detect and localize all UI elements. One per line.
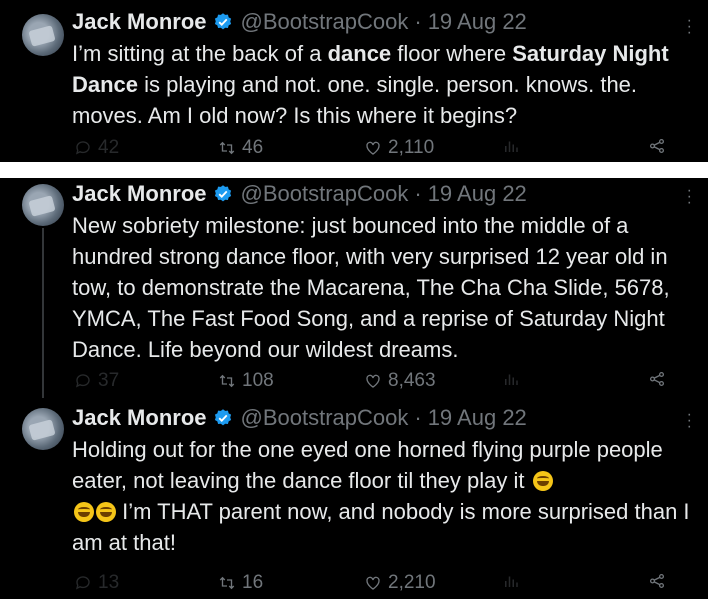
share-button[interactable]: [648, 137, 666, 155]
share-icon: [649, 371, 665, 387]
like-count: 2,210: [388, 572, 436, 593]
like-icon: [366, 374, 380, 388]
author-handle[interactable]: @BootstrapCook: [241, 405, 409, 431]
verified-badge-icon: [214, 409, 231, 426]
separator-dot: ·: [414, 181, 422, 206]
author-name[interactable]: Jack Monroe: [72, 405, 207, 431]
retweet-count: 16: [242, 572, 264, 593]
reply-icon: [75, 374, 90, 388]
views-button[interactable]: [502, 370, 520, 388]
screenshot-panel-bottom: Jack Monroe @BootstrapCook · 19 Aug 22 ·…: [0, 178, 708, 599]
author-name[interactable]: Jack Monroe: [72, 181, 207, 207]
tweet-text-part: I’m sitting at the back of a: [72, 41, 328, 66]
tweet-date[interactable]: 19 Aug 22: [428, 9, 527, 35]
reply-count: 37: [98, 370, 120, 391]
views-icon: [505, 576, 518, 587]
author-name[interactable]: Jack Monroe: [72, 9, 207, 35]
like-button[interactable]: 2,110: [364, 137, 434, 159]
tweet-text-part: is playing and not. one. single. person.…: [72, 72, 638, 128]
avatar[interactable]: [22, 408, 64, 450]
author-handle[interactable]: @BootstrapCook: [241, 181, 409, 207]
share-button[interactable]: [648, 572, 666, 590]
share-icon: [649, 138, 665, 154]
tweet-header: Jack Monroe @BootstrapCook · 19 Aug 22: [72, 8, 668, 36]
tweet-actions: 42 46 2,110: [72, 137, 672, 161]
retweet-button[interactable]: 16: [218, 572, 263, 594]
more-icon[interactable]: · · ·: [687, 183, 692, 211]
reply-count: 13: [98, 572, 120, 593]
retweet-count: 108: [242, 370, 274, 391]
tweet-actions: 13 16 2,210: [72, 572, 672, 596]
views-button[interactable]: [502, 137, 520, 155]
separator-dot: ·: [414, 9, 422, 34]
avatar[interactable]: [22, 14, 64, 56]
like-count: 8,463: [388, 370, 436, 391]
retweet-icon: [219, 576, 235, 590]
reply-count: 42: [98, 137, 120, 158]
panel-divider: [0, 162, 708, 178]
separator-dot: ·: [414, 405, 422, 430]
retweet-button[interactable]: 46: [218, 137, 263, 159]
tweet-3[interactable]: Jack Monroe @BootstrapCook · 19 Aug 22 ·…: [0, 400, 708, 599]
share-button[interactable]: [648, 370, 666, 388]
laughing-emoji-icon: [74, 502, 94, 522]
tweet-date[interactable]: 19 Aug 22: [428, 405, 527, 431]
retweet-icon: [219, 141, 235, 155]
retweet-count: 46: [242, 137, 264, 158]
views-button[interactable]: [502, 572, 520, 590]
tweet-date[interactable]: 19 Aug 22: [428, 181, 527, 207]
tweet-2[interactable]: Jack Monroe @BootstrapCook · 19 Aug 22 ·…: [0, 178, 708, 398]
avatar[interactable]: [22, 184, 64, 226]
reply-button[interactable]: 13: [74, 572, 119, 594]
more-icon[interactable]: · · ·: [687, 13, 692, 41]
like-button[interactable]: 2,210: [364, 572, 436, 594]
tweet-text: New sobriety milestone: just bounced int…: [72, 213, 670, 362]
tweet-text: Holding out for the one eyed one horned …: [72, 434, 692, 558]
tweet-text-part: floor where: [391, 41, 513, 66]
laughing-emoji-icon: [96, 502, 116, 522]
like-icon: [366, 141, 380, 155]
retweet-button[interactable]: 108: [218, 370, 274, 392]
reply-button[interactable]: 42: [74, 137, 119, 159]
tweet-text-bold: dance: [327, 41, 392, 66]
tweet-header: Jack Monroe @BootstrapCook · 19 Aug 22: [72, 404, 668, 432]
tweet-text: I’m sitting at the back of a dance floor…: [72, 38, 692, 131]
tweet-text-part: Holding out for the one eyed one horned …: [72, 437, 663, 493]
screenshot-panel-top: Jack Monroe @BootstrapCook · 19 Aug 22 ·…: [0, 0, 708, 162]
thread-line: [42, 228, 44, 398]
like-count: 2,110: [388, 137, 435, 158]
tweet-actions: 37 108 8,463: [72, 370, 672, 394]
views-icon: [505, 374, 518, 385]
tweet-header: Jack Monroe @BootstrapCook · 19 Aug 22: [72, 180, 668, 208]
author-handle[interactable]: @BootstrapCook: [241, 9, 409, 35]
reply-icon: [75, 576, 90, 590]
verified-badge-icon: [214, 185, 231, 202]
more-icon[interactable]: · · ·: [687, 407, 692, 435]
like-icon: [366, 576, 380, 590]
reply-button[interactable]: 37: [74, 370, 119, 392]
verified-badge-icon: [214, 13, 231, 30]
laughing-emoji-icon: [532, 471, 553, 491]
views-icon: [505, 141, 518, 152]
retweet-icon: [219, 374, 235, 388]
reply-icon: [75, 141, 90, 155]
share-icon: [649, 573, 665, 589]
like-button[interactable]: 8,463: [364, 370, 436, 392]
tweet-1[interactable]: Jack Monroe @BootstrapCook · 19 Aug 22 ·…: [0, 0, 708, 162]
tweet-text-part: I’m THAT parent now, and nobody is more …: [72, 499, 690, 555]
